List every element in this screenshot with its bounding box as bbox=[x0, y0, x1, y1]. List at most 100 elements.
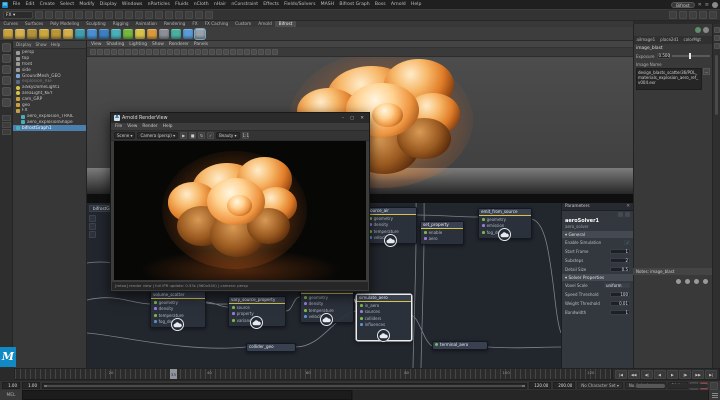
ae-copy-tab-button[interactable] bbox=[694, 279, 699, 284]
emit-volume-shelf-icon[interactable] bbox=[63, 28, 73, 39]
delete-x-yellow-shelf-icon[interactable] bbox=[135, 28, 145, 39]
viewport-menu-item[interactable]: Renderer bbox=[169, 42, 189, 47]
graph-info-icon[interactable] bbox=[89, 231, 96, 238]
paint-effects-icon[interactable] bbox=[205, 11, 213, 19]
step-back-icon[interactable] bbox=[640, 369, 653, 379]
node-port[interactable]: influences bbox=[357, 322, 411, 329]
menu-item[interactable]: Fluids bbox=[173, 2, 192, 7]
smoke-shelf-icon[interactable] bbox=[27, 28, 37, 39]
ae-history-icon[interactable] bbox=[695, 27, 701, 33]
outliner-menu-item[interactable]: Show bbox=[35, 42, 46, 47]
animation-start-field[interactable]: 1.00 bbox=[2, 382, 20, 389]
playback-start-field[interactable]: 1.00 bbox=[22, 382, 40, 389]
open-scene-icon[interactable] bbox=[45, 11, 53, 19]
attribute-editor-toggle-icon[interactable] bbox=[713, 27, 720, 33]
outliner-menu-item[interactable]: Help bbox=[51, 42, 61, 47]
ae-filename-field[interactable]: design_blasts_scatter36/POL_materials_ex… bbox=[636, 68, 702, 90]
minimize-icon[interactable]: – bbox=[340, 116, 346, 121]
arv-scene-dropdown[interactable]: Scene ▾ bbox=[114, 132, 136, 139]
wireframe-icon[interactable] bbox=[202, 49, 208, 55]
ae-slider-handle[interactable] bbox=[688, 53, 692, 59]
range-slider[interactable] bbox=[42, 382, 528, 389]
arv-menu-item[interactable]: View bbox=[127, 124, 137, 129]
arv-render-canvas[interactable] bbox=[114, 141, 366, 280]
workspace-selector[interactable]: Bifrost bbox=[671, 1, 695, 8]
aero-badge-icon[interactable] bbox=[377, 329, 390, 342]
ae-close-button[interactable] bbox=[703, 279, 708, 284]
ae-horizontal-scrollbar[interactable] bbox=[636, 384, 708, 388]
paint-select-tool-icon[interactable] bbox=[1, 65, 11, 74]
snap-projected-center-icon[interactable] bbox=[115, 11, 123, 19]
viewport-menu-item[interactable]: Show bbox=[152, 42, 164, 47]
play-forwards-icon[interactable] bbox=[666, 369, 679, 379]
delete-x-orange-shelf-icon[interactable] bbox=[147, 28, 157, 39]
refresh-render-icon[interactable]: ↻ bbox=[198, 132, 206, 139]
ae-notes-section[interactable]: Notes: image_blast bbox=[633, 268, 712, 275]
parameter-field[interactable]: 0.5 bbox=[610, 266, 630, 273]
mash-editor-shelf-icon[interactable] bbox=[194, 27, 206, 40]
go-to-end-icon[interactable] bbox=[705, 369, 717, 379]
sidebar-attribute-editor-icon[interactable] bbox=[679, 11, 687, 19]
textured-icon[interactable] bbox=[216, 49, 222, 55]
arv-aov-dropdown[interactable]: Beauty ▾ bbox=[216, 132, 240, 139]
script-editor-icon[interactable] bbox=[708, 390, 720, 400]
outliner-item[interactable]: explosion_REF bbox=[13, 79, 86, 85]
parameter-field[interactable]: 1 bbox=[610, 309, 630, 316]
range-handle-left[interactable] bbox=[44, 384, 47, 387]
field-chart-icon[interactable] bbox=[167, 49, 173, 55]
eye-icon[interactable] bbox=[618, 212, 623, 217]
close-icon[interactable]: ✕ bbox=[626, 204, 630, 209]
step-forward-icon[interactable] bbox=[679, 369, 692, 379]
menu-item[interactable]: Select bbox=[57, 2, 76, 7]
snapshot-icon[interactable]: ✓ bbox=[207, 132, 215, 139]
animation-end-field[interactable]: 200.00 bbox=[553, 382, 576, 389]
snap-curve-icon[interactable] bbox=[95, 11, 103, 19]
stop-render-icon[interactable]: ■ bbox=[189, 132, 197, 139]
menu-item[interactable]: nConstraint bbox=[229, 2, 261, 7]
render-settings-icon[interactable] bbox=[175, 11, 183, 19]
shaded-icon[interactable] bbox=[209, 49, 215, 55]
menu-item[interactable]: nParticles bbox=[145, 2, 172, 7]
zoom-level[interactable]: 1:1 bbox=[241, 132, 249, 139]
frame-all-icon[interactable] bbox=[188, 49, 194, 55]
liquid-shelf-icon[interactable] bbox=[99, 28, 109, 39]
image-plane-icon[interactable] bbox=[118, 49, 124, 55]
outliner-item[interactable]: bifrostGraph1 bbox=[13, 125, 86, 132]
viewport-menu-item[interactable]: Shading bbox=[106, 42, 124, 47]
snap-view-plane-icon[interactable] bbox=[125, 11, 133, 19]
gate-mask-icon[interactable] bbox=[160, 49, 166, 55]
flow-arrow-shelf-icon[interactable] bbox=[171, 28, 181, 39]
mel-toggle-button[interactable]: MEL bbox=[0, 390, 22, 400]
arv-camera-dropdown[interactable]: Camera (persp) ▾ bbox=[137, 132, 179, 139]
menu-item[interactable]: nCloth bbox=[191, 2, 211, 7]
save-scene-icon[interactable] bbox=[55, 11, 63, 19]
viewport-menu-item[interactable]: View bbox=[91, 42, 101, 47]
start-ipr-icon[interactable]: ▶ bbox=[180, 132, 188, 139]
foam-shelf-icon[interactable] bbox=[111, 28, 121, 39]
go-to-start-icon[interactable] bbox=[615, 369, 627, 379]
layout-single-pane-button[interactable] bbox=[1, 115, 11, 121]
cloud-gold-shelf-icon[interactable] bbox=[51, 28, 61, 39]
aero-badge-icon[interactable] bbox=[498, 228, 511, 241]
channel-box-toggle-icon[interactable] bbox=[713, 43, 720, 49]
new-scene-icon[interactable] bbox=[35, 11, 43, 19]
safe-action-icon[interactable] bbox=[174, 49, 180, 55]
ae-vertical-scrollbar[interactable] bbox=[715, 55, 718, 115]
aero-emit-shelf-icon[interactable] bbox=[3, 28, 13, 39]
arv-menu-item[interactable]: Help bbox=[163, 124, 173, 129]
snap-grid-icon[interactable] bbox=[85, 11, 93, 19]
menu-item[interactable]: Boss bbox=[372, 2, 388, 7]
sidebar-modeling-toolkit-icon[interactable] bbox=[709, 11, 717, 19]
tool-settings-toggle-icon[interactable] bbox=[713, 35, 720, 41]
multisample-aa-icon[interactable] bbox=[251, 49, 257, 55]
section-header-general[interactable]: ▾ General bbox=[562, 231, 633, 238]
aero-badge-icon[interactable] bbox=[171, 318, 184, 331]
menu-item[interactable]: Display bbox=[97, 2, 119, 7]
maximize-icon[interactable]: ▢ bbox=[348, 116, 356, 121]
reset-workspace-icon[interactable]: ✕ bbox=[698, 2, 702, 8]
safe-title-icon[interactable] bbox=[181, 49, 187, 55]
menu-item[interactable]: MASH bbox=[318, 2, 337, 7]
screen-space-ao-icon[interactable] bbox=[237, 49, 243, 55]
range-handle-right[interactable] bbox=[522, 384, 526, 387]
close-icon[interactable]: ✕ bbox=[358, 116, 366, 121]
